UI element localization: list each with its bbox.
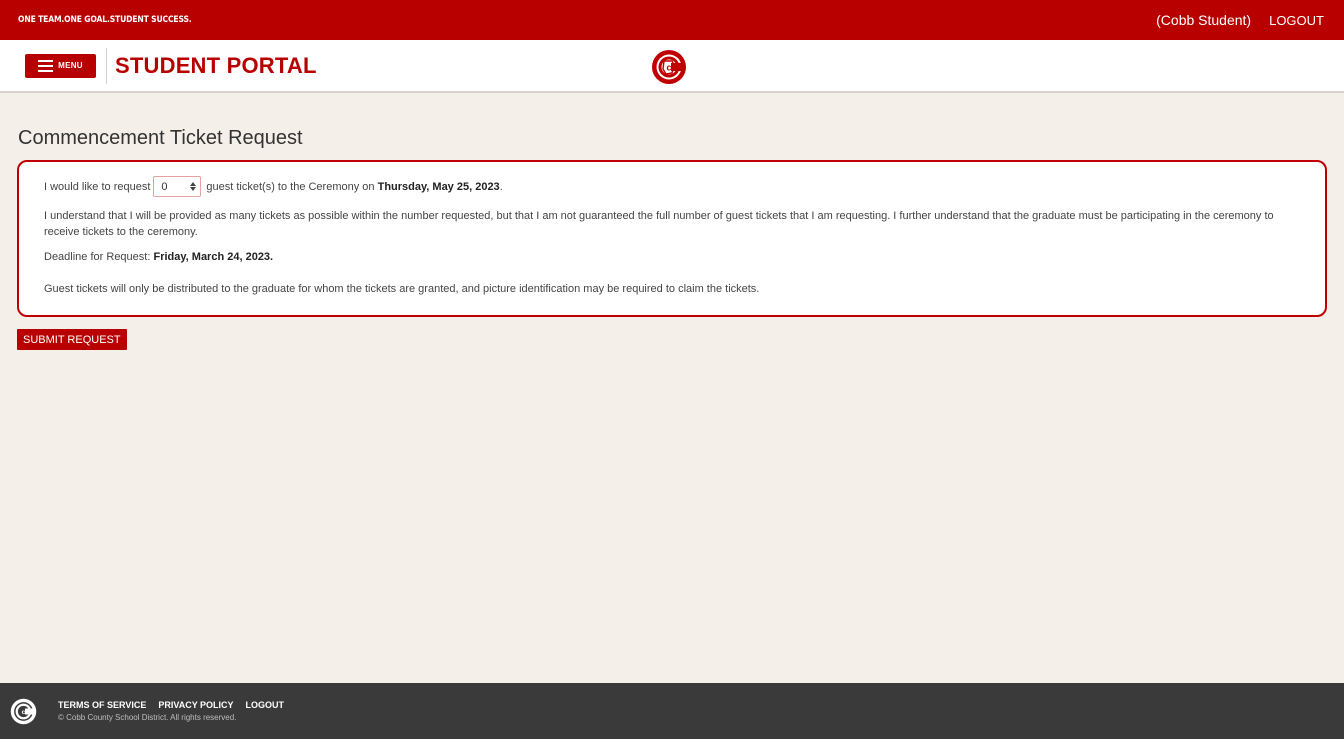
- stepper-arrows-icon[interactable]: [190, 182, 197, 191]
- tagline: ONE TEAM.ONE GOAL.STUDENT SUCCESS.: [18, 15, 192, 25]
- footer-text: TERMS OF SERVICE PRIVACY POLICY LOGOUT ©…: [58, 700, 284, 722]
- ticket-count-value: 0: [161, 180, 168, 193]
- ceremony-date: Thursday, May 25, 2023: [377, 180, 500, 193]
- deadline-line: Deadline for Request: Friday, March 24, …: [44, 249, 1300, 265]
- request-prefix: I would like to request: [44, 180, 151, 193]
- svg-text:c: c: [666, 63, 671, 73]
- copyright: © Cobb County School District. All right…: [58, 713, 237, 722]
- main-content: Commencement Ticket Request I would like…: [0, 93, 1344, 350]
- privacy-policy-link[interactable]: PRIVACY POLICY: [158, 700, 233, 710]
- svg-text:c: c: [22, 709, 26, 716]
- hamburger-icon: [38, 59, 54, 72]
- page-title: Commencement Ticket Request: [18, 127, 303, 149]
- portal-title: STUDENT PORTAL: [115, 52, 317, 78]
- logout-link[interactable]: LOGOUT: [1269, 13, 1324, 28]
- request-end: .: [499, 180, 503, 193]
- request-suffix: guest ticket(s) to the Ceremony on: [206, 180, 375, 193]
- top-bar: ONE TEAM.ONE GOAL.STUDENT SUCCESS. (Cobb…: [0, 0, 1344, 40]
- guest-text: Guest tickets will only be distributed t…: [44, 283, 760, 295]
- footer-links: TERMS OF SERVICE PRIVACY POLICY LOGOUT: [58, 700, 284, 710]
- footer-logo-icon: c: [10, 698, 37, 724]
- cobb-c-logo-icon: c: [652, 50, 686, 84]
- user-area: (Cobb Student) LOGOUT: [1156, 12, 1324, 28]
- submit-request-button[interactable]: SUBMIT REQUEST: [17, 329, 127, 350]
- menu-button[interactable]: MENU: [25, 53, 96, 78]
- portal-header: MENU STUDENT PORTAL c: [0, 40, 1344, 93]
- user-name: (Cobb Student): [1156, 12, 1252, 28]
- understand-text: I understand that I will be provided as …: [44, 210, 1274, 238]
- deadline-date: Friday, March 24, 2023.: [153, 251, 274, 263]
- deadline-label: Deadline for Request:: [44, 251, 151, 263]
- menu-button-label: MENU: [58, 61, 83, 70]
- request-line: I would like to request 0 guest ticket(s…: [44, 176, 1300, 197]
- request-panel: I would like to request 0 guest ticket(s…: [17, 160, 1327, 317]
- terms-of-service-link[interactable]: TERMS OF SERVICE: [58, 700, 146, 710]
- footer-logout-link[interactable]: LOGOUT: [246, 700, 285, 710]
- ticket-count-stepper[interactable]: 0: [153, 176, 202, 197]
- header-divider: [106, 47, 107, 84]
- footer: c TERMS OF SERVICE PRIVACY POLICY LOGOUT…: [0, 683, 1344, 739]
